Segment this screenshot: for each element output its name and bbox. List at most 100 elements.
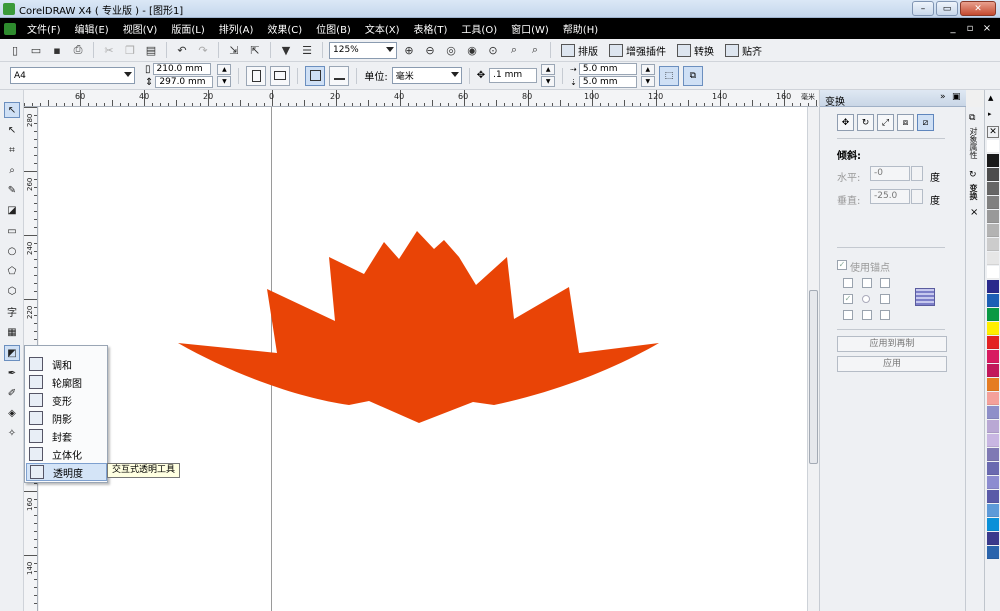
horizontal-skew-spinner[interactable] — [911, 166, 923, 181]
no-color-swatch[interactable]: ✕ — [987, 126, 999, 138]
treat-as-filled-button[interactable]: ⬚ — [658, 65, 679, 86]
freehand-tool-icon[interactable]: ✎ — [4, 182, 20, 198]
maximize-button[interactable]: ▭ — [936, 1, 958, 16]
color-swatch[interactable] — [987, 238, 999, 251]
close-button[interactable]: ✕ — [960, 1, 996, 16]
shape-tool-icon[interactable]: ↖ — [4, 122, 20, 138]
zoom-page-icon[interactable]: ⊙ — [484, 41, 502, 59]
snap-plugin-button[interactable]: 贴齐 — [721, 43, 766, 58]
zoom-width-icon[interactable]: ⌕ — [505, 41, 523, 59]
color-swatch[interactable] — [987, 140, 999, 153]
paper-size-select[interactable]: A4 — [10, 67, 135, 84]
scale-mode-icon[interactable]: ⤢ — [877, 114, 894, 131]
portrait-button[interactable] — [246, 65, 267, 86]
color-swatch[interactable] — [987, 462, 999, 475]
color-swatch[interactable] — [987, 518, 999, 531]
redo-icon[interactable]: ↷ — [194, 41, 212, 59]
all-pages-button[interactable] — [305, 65, 326, 86]
vertical-skew-field[interactable]: -25.0 — [870, 189, 910, 204]
nudge-distance-field[interactable]: .1 mm — [489, 68, 538, 83]
open-icon[interactable]: ▭ — [27, 41, 45, 59]
zoom-in-icon[interactable]: ⊕ — [400, 41, 418, 59]
lotus-shape[interactable] — [178, 231, 659, 423]
paste-icon[interactable]: ▤ — [142, 41, 160, 59]
color-swatch[interactable] — [987, 224, 999, 237]
flyout-item-shadow[interactable]: 阴影 — [26, 409, 107, 427]
doc-minimize-icon[interactable]: _ — [946, 23, 960, 34]
current-page-button[interactable] — [329, 65, 350, 86]
palette-scroll-up-icon[interactable]: ▲ — [988, 94, 993, 102]
anchor-bottom-right[interactable] — [880, 310, 890, 320]
flyout-item-transparency[interactable]: 透明度 — [26, 463, 107, 481]
doc-restore-icon[interactable]: ▫ — [963, 23, 977, 34]
horizontal-ruler[interactable]: 60 40 20 0 20 40 60 80 100 120 140 160 毫… — [24, 90, 818, 107]
page-size-spinner[interactable]: ▲ ▼ — [217, 64, 232, 87]
rectangle-tool-icon[interactable]: ▭ — [4, 223, 20, 239]
apply-to-duplicate-button[interactable]: 应用到再制 — [837, 336, 947, 352]
nudge-spinner[interactable]: ▲ ▼ — [541, 64, 556, 87]
color-swatch[interactable] — [987, 420, 999, 433]
menu-effects[interactable]: 效果(C) — [260, 21, 309, 36]
convert-plugin-button[interactable]: 转换 — [673, 43, 718, 58]
color-swatch[interactable] — [987, 392, 999, 405]
anchor-top-center[interactable] — [862, 278, 872, 288]
docker-close-icon[interactable]: ▣ — [952, 92, 961, 102]
color-swatch[interactable] — [987, 476, 999, 489]
ellipse-tool-icon[interactable]: ○ — [4, 243, 20, 259]
flyout-item-blend[interactable]: 调和 — [26, 355, 107, 373]
color-swatch[interactable] — [987, 504, 999, 517]
export-icon[interactable]: ⇱ — [246, 41, 264, 59]
interactive-blend-tool-icon[interactable]: ◩ — [4, 345, 20, 361]
anchor-center[interactable] — [862, 295, 870, 303]
palette-flyout-icon[interactable]: ▸ — [988, 110, 992, 118]
color-swatch[interactable] — [987, 406, 999, 419]
flyout-item-extrude[interactable]: 立体化 — [26, 445, 107, 463]
landscape-button[interactable] — [270, 65, 291, 86]
anchor-bottom-left[interactable] — [843, 310, 853, 320]
color-swatch[interactable] — [987, 378, 999, 391]
doc-close-icon[interactable]: × — [980, 23, 994, 34]
zoom-selected-icon[interactable]: ◎ — [442, 41, 460, 59]
smart-fill-tool-icon[interactable]: ◪ — [4, 202, 20, 218]
menu-edit[interactable]: 编辑(E) — [68, 21, 116, 36]
save-icon[interactable]: ▪ — [48, 41, 66, 59]
color-swatch[interactable] — [987, 322, 999, 335]
skew-mode-icon[interactable]: ⧄ — [917, 114, 934, 131]
color-swatch[interactable] — [987, 532, 999, 545]
page-width-field[interactable]: 210.0 mm — [152, 63, 211, 75]
zoom-tool-icon[interactable]: ⌕ — [4, 162, 20, 178]
menu-file[interactable]: 文件(F) — [20, 21, 68, 36]
duplicate-spinner[interactable]: ▲ ▼ — [640, 64, 655, 87]
menu-table[interactable]: 表格(T) — [407, 21, 455, 36]
flyout-item-contour[interactable]: 轮廓图 — [26, 373, 107, 391]
basic-shapes-tool-icon[interactable]: ⬡ — [4, 283, 20, 299]
color-swatch[interactable] — [987, 490, 999, 503]
crop-tool-icon[interactable]: ⌗ — [4, 142, 20, 158]
use-anchor-checkbox[interactable]: ✓ — [837, 260, 847, 270]
rotate-mode-icon[interactable]: ↻ — [857, 114, 874, 131]
position-mode-icon[interactable]: ✥ — [837, 114, 854, 131]
menu-layout[interactable]: 版面(L) — [164, 21, 211, 36]
import-icon[interactable]: ⇲ — [225, 41, 243, 59]
layout-plugin-button[interactable]: 排版 — [557, 43, 602, 58]
menu-text[interactable]: 文本(X) — [358, 21, 407, 36]
zoom-out-icon[interactable]: ⊖ — [421, 41, 439, 59]
unit-select[interactable]: 毫米 — [391, 67, 462, 84]
anchor-middle-left[interactable]: ✓ — [843, 294, 853, 304]
menu-tools[interactable]: 工具(O) — [454, 21, 504, 36]
zoom-level-select[interactable]: 125% — [329, 41, 397, 59]
color-swatch[interactable] — [987, 364, 999, 377]
pick-tool-icon[interactable]: ↖ — [4, 102, 20, 118]
color-swatch[interactable] — [987, 448, 999, 461]
close-icon[interactable]: × — [970, 207, 978, 218]
undo-icon[interactable]: ↶ — [173, 41, 191, 59]
color-swatch[interactable] — [987, 280, 999, 293]
duplicate-y-field[interactable]: 5.0 mm — [578, 76, 637, 88]
table-tool-icon[interactable]: ▦ — [4, 324, 20, 340]
color-swatch[interactable] — [987, 252, 999, 265]
color-swatch[interactable] — [987, 168, 999, 181]
anchor-bottom-center[interactable] — [862, 310, 872, 320]
menu-arrange[interactable]: 排列(A) — [212, 21, 261, 36]
drawing-canvas[interactable] — [39, 107, 807, 611]
duplicate-x-field[interactable]: 5.0 mm — [578, 63, 637, 75]
